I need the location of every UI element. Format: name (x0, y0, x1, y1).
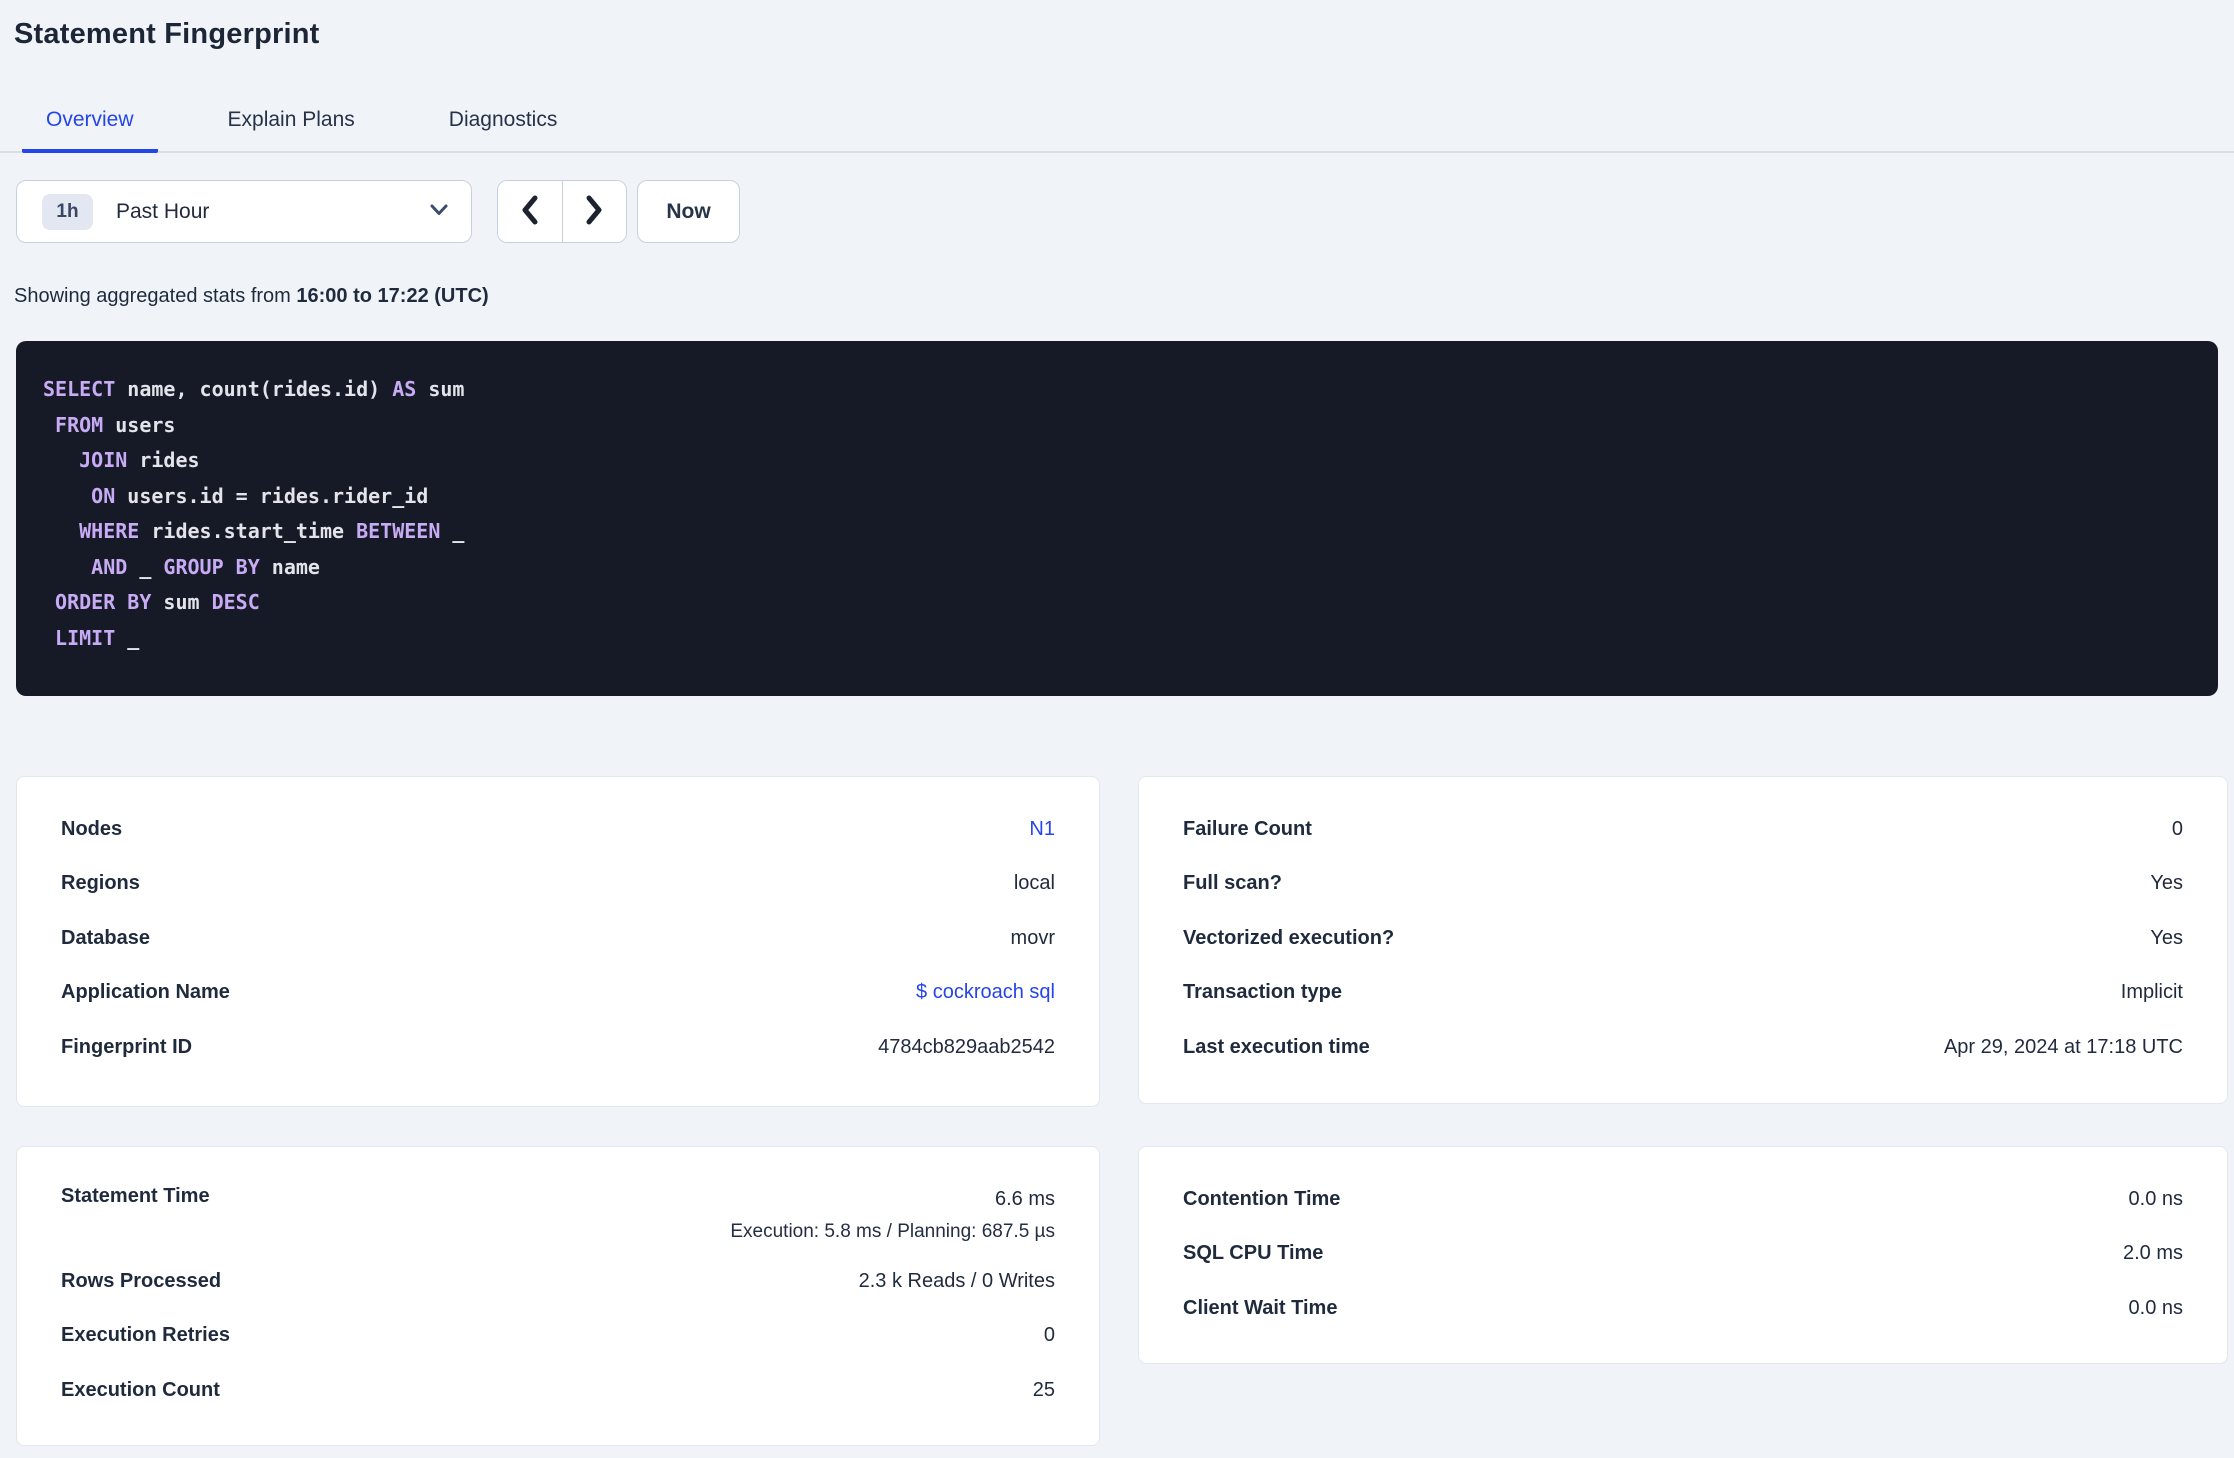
time-range-label: Past Hour (116, 199, 210, 223)
row-value: Yes (2150, 926, 2183, 949)
table-row: Failure Count 0 (1139, 802, 2227, 857)
row-value: 0 (2171, 817, 2183, 840)
aggregated-stats-caption: Showing aggregated stats from 16:00 to 1… (14, 285, 489, 308)
row-value: Apr 29, 2024 at 17:18 UTC (1943, 1035, 2183, 1058)
aggregated-stats-range: 16:00 to 17:22 (UTC) (296, 285, 489, 307)
next-interval-button[interactable] (562, 181, 626, 242)
table-row: Rows Processed 2.3 k Reads / 0 Writes (17, 1254, 1099, 1309)
tab-explain-plans[interactable]: Explain Plans (204, 98, 379, 153)
row-value: 0.0 ns (2128, 1296, 2183, 1319)
row-label: Vectorized execution? (1183, 926, 1395, 949)
tab-overview-label: Overview (46, 108, 134, 131)
chevron-right-icon (582, 194, 606, 229)
row-value: 0 (1043, 1324, 1055, 1347)
chevron-down-icon (429, 203, 449, 222)
row-value: 2.0 ms (2122, 1242, 2183, 1265)
table-row: Nodes N1 (17, 802, 1099, 857)
table-row: Database movr (17, 911, 1099, 966)
table-row: Contention Time 0.0 ns (1139, 1172, 2227, 1227)
row-label: Statement Time (61, 1185, 210, 1207)
row-value: 0.0 ns (2128, 1187, 2183, 1210)
sql-statement: SELECT name, count(rides.id) AS sum FROM… (16, 341, 2218, 696)
row-subvalue: Execution: 5.8 ms / Planning: 687.5 µs (730, 1221, 1055, 1242)
time-range-badge: 1h (42, 193, 93, 230)
table-row: Application Name $ cockroach sql (17, 966, 1099, 1021)
row-label: Full scan? (1183, 872, 1282, 895)
table-row: Regions local (17, 857, 1099, 912)
row-value: 2.3 k Reads / 0 Writes (858, 1269, 1055, 1292)
row-label: Failure Count (1183, 817, 1312, 840)
table-row: Last execution time Apr 29, 2024 at 17:1… (1139, 1020, 2227, 1075)
sql-line: ORDER BY sum DESC (55, 590, 260, 614)
row-value: local (1013, 872, 1055, 895)
row-label: Regions (61, 872, 140, 895)
statement-details-card: Nodes N1 Regions local Database movr App… (16, 776, 1100, 1107)
previous-interval-button[interactable] (498, 181, 563, 242)
table-row: Vectorized execution? Yes (1139, 911, 2227, 966)
table-row: Execution Retries 0 (17, 1309, 1099, 1364)
tab-diagnostics-label: Diagnostics (448, 108, 558, 131)
row-value: Yes (2150, 872, 2183, 895)
row-label: Rows Processed (61, 1269, 222, 1292)
table-row: Execution Count 25 (17, 1363, 1099, 1418)
statement-timing-card: Statement Time 6.6 ms Execution: 5.8 ms … (16, 1146, 1100, 1446)
row-label: Fingerprint ID (61, 1035, 193, 1058)
tab-overview[interactable]: Overview (22, 98, 158, 153)
row-value: 25 (1032, 1378, 1055, 1401)
sql-line: ON users.id = rides.rider_id (91, 483, 429, 508)
sql-line: FROM users (55, 412, 176, 437)
sql-line: AND _ GROUP BY name (91, 554, 320, 579)
row-value: movr (1010, 926, 1055, 949)
statement-fingerprint-page: Statement Fingerprint Overview Explain P… (0, 0, 2234, 1458)
table-row: Statement Time 6.6 ms Execution: 5.8 ms … (17, 1172, 1099, 1254)
row-label: Transaction type (1183, 981, 1342, 1004)
time-range-dropdown[interactable]: 1h Past Hour (16, 180, 472, 243)
nodes-link[interactable]: N1 (1029, 818, 1055, 841)
sql-line: JOIN rides (79, 448, 200, 472)
row-label: Last execution time (1183, 1035, 1370, 1058)
table-row: Fingerprint ID 4784cb829aab2542 (17, 1020, 1099, 1075)
table-row: Full scan? Yes (1139, 857, 2227, 912)
row-value: 4784cb829aab2542 (878, 1035, 1055, 1058)
sql-line: SELECT name, count(rides.id) AS sum (43, 377, 465, 401)
sql-line: WHERE rides.start_time BETWEEN _ (79, 519, 465, 543)
row-label: SQL CPU Time (1183, 1242, 1324, 1265)
row-label: Execution Count (61, 1378, 220, 1401)
row-label: Contention Time (1183, 1187, 1341, 1210)
row-value: 6.6 ms (994, 1188, 1055, 1210)
row-label: Nodes (61, 817, 123, 840)
now-button[interactable]: Now (637, 180, 740, 243)
table-row: Transaction type Implicit (1139, 966, 2227, 1021)
table-row: SQL CPU Time 2.0 ms (1139, 1227, 2227, 1282)
chevron-left-icon (518, 194, 542, 229)
execution-attributes-card: Failure Count 0 Full scan? Yes Vectorize… (1138, 776, 2228, 1104)
tab-diagnostics[interactable]: Diagnostics (425, 98, 582, 153)
application-name-link[interactable]: $ cockroach sql (916, 981, 1055, 1004)
time-pager (497, 180, 627, 243)
row-label: Execution Retries (61, 1324, 230, 1347)
tab-explain-plans-label: Explain Plans (227, 108, 355, 131)
table-row: Client Wait Time 0.0 ns (1139, 1281, 2227, 1336)
row-value: Implicit (2120, 981, 2183, 1004)
row-label: Client Wait Time (1183, 1296, 1338, 1319)
sql-line: LIMIT _ (55, 625, 140, 650)
row-label: Database (61, 926, 150, 949)
row-label: Application Name (61, 981, 230, 1004)
aggregated-stats-prefix: Showing aggregated stats from (14, 285, 291, 307)
wait-timing-card: Contention Time 0.0 ns SQL CPU Time 2.0 … (1138, 1146, 2228, 1364)
page-title: Statement Fingerprint (14, 18, 320, 50)
tab-bar: Overview Explain Plans Diagnostics (22, 98, 581, 153)
